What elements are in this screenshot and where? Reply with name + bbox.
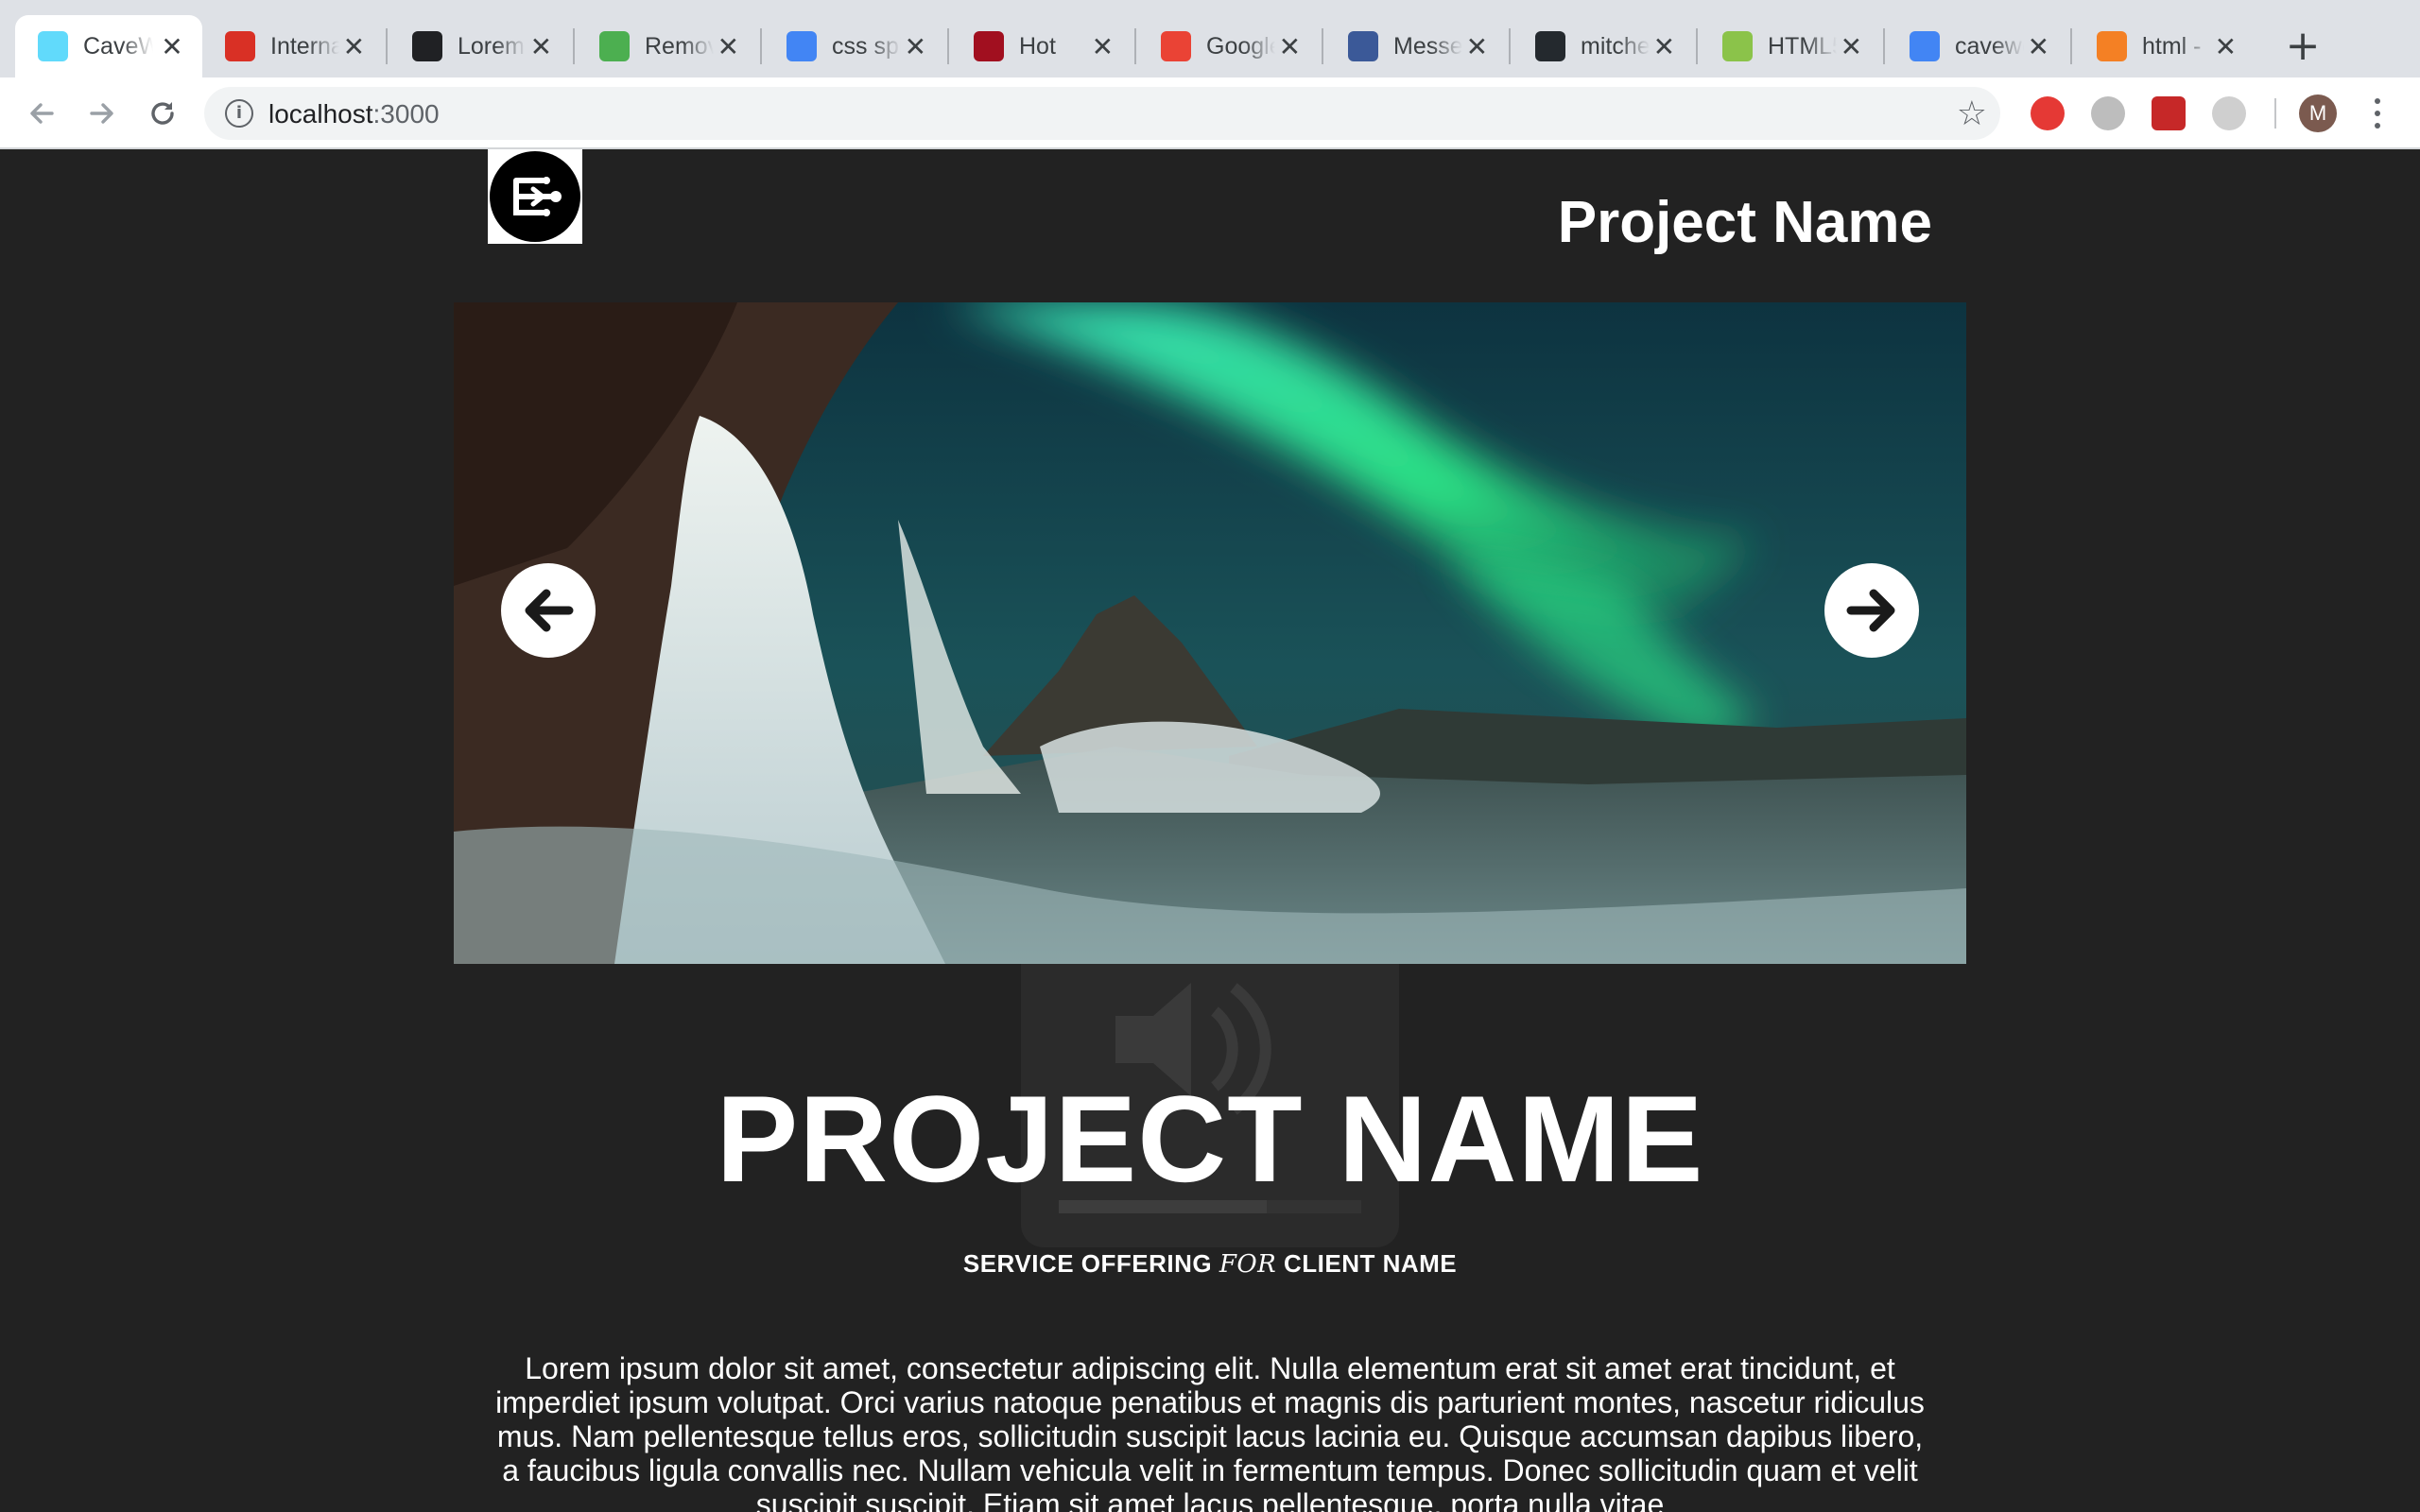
arrow-right-icon [1846, 589, 1895, 632]
lorem-l-icon [412, 31, 442, 61]
tab-separator [1509, 28, 1511, 64]
tab-separator [386, 28, 388, 64]
tab-close-icon[interactable]: ✕ [714, 31, 743, 62]
browser-toolbar: i localhost:3000 ☆ M [0, 77, 2420, 149]
tab-separator [2070, 28, 2072, 64]
browser-tab[interactable]: CaveWorks✕ [15, 15, 202, 77]
tab-title: css spinner [832, 32, 901, 60]
image-carousel [454, 302, 1966, 964]
page-content: Project Name PROJECT NAME SERVICE OFFERI… [0, 149, 2420, 1512]
back-button[interactable] [17, 89, 66, 138]
tab-title: mitchell [1581, 32, 1650, 60]
tab-title: html - [2142, 32, 2202, 60]
tab-separator [573, 28, 575, 64]
forward-button[interactable] [78, 89, 127, 138]
reload-button[interactable] [138, 89, 187, 138]
body-paragraph: Lorem ipsum dolor sit amet, consectetur … [495, 1351, 1925, 1512]
carousel-prev-button[interactable] [501, 563, 596, 658]
browser-tab[interactable]: Messenger✕ [1325, 15, 1507, 77]
carousel-next-button[interactable] [1824, 563, 1919, 658]
tab-title: Google Fonts [1206, 32, 1275, 60]
browser-tab[interactable]: Google Fonts✕ [1138, 15, 1320, 77]
fonts-icon [1161, 31, 1191, 61]
tab-separator [1322, 28, 1323, 64]
extension-badge-icon[interactable] [2152, 96, 2186, 130]
tab-close-icon[interactable]: ✕ [1088, 31, 1117, 62]
html-icon [1722, 31, 1753, 61]
browser-tab[interactable]: HTML5✕ [1700, 15, 1881, 77]
heart-icon [974, 31, 1004, 61]
stackoverflow-icon [2097, 31, 2127, 61]
browser-tab[interactable]: Hot ✕ [951, 15, 1132, 77]
browser-tab-strip: + CaveWorks✕Internal✕Lorem Ipsum✕Remove✕… [0, 0, 2420, 77]
browser-tab[interactable]: css spinner✕ [764, 15, 945, 77]
logo-icon[interactable] [488, 149, 582, 244]
google-icon [1910, 31, 1940, 61]
adblock-icon[interactable] [2031, 96, 2065, 130]
carousel-image [454, 302, 1966, 964]
tab-separator [1134, 28, 1136, 64]
tab-title: caveworks [1955, 32, 2024, 60]
remove-bg-icon [599, 31, 630, 61]
camera-extension-icon[interactable] [2212, 96, 2246, 130]
subtitle-client: CLIENT NAME [1276, 1249, 1458, 1278]
url-text[interactable]: localhost:3000 [268, 99, 440, 129]
profile-avatar[interactable]: M [2299, 94, 2337, 132]
tab-separator [947, 28, 949, 64]
arrow-forward-icon [90, 103, 113, 124]
discord-icon[interactable] [2091, 96, 2125, 130]
react-icon [38, 31, 68, 61]
toolbar-divider [2274, 98, 2276, 129]
facebook-icon [1348, 31, 1378, 61]
tab-separator [760, 28, 762, 64]
browser-tab[interactable]: caveworks✕ [1887, 15, 2068, 77]
browser-tab[interactable]: Remove✕ [577, 15, 758, 77]
hero-subtitle: SERVICE OFFERING FOR CLIENT NAME [0, 1249, 2420, 1279]
arrow-left-icon [525, 589, 574, 632]
tab-close-icon[interactable]: ✕ [339, 31, 369, 62]
tab-close-icon[interactable]: ✕ [1275, 31, 1305, 62]
tab-title: HTML5 [1768, 32, 1837, 60]
tab-close-icon[interactable]: ✕ [2211, 31, 2240, 62]
subtitle-for: FOR [1219, 1250, 1277, 1279]
bookmark-star-icon[interactable]: ☆ [1957, 94, 1987, 133]
tab-title: Internal [270, 32, 339, 60]
tab-close-icon[interactable]: ✕ [1837, 31, 1866, 62]
github-icon [1535, 31, 1565, 61]
tab-separator [1883, 28, 1885, 64]
tab-title: CaveWorks [83, 32, 153, 60]
reload-icon [151, 102, 174, 125]
subtitle-service: SERVICE OFFERING [962, 1249, 1219, 1278]
tab-close-icon[interactable]: ✕ [1650, 31, 1679, 62]
url-host: localhost [268, 99, 373, 129]
address-bar[interactable]: i localhost:3000 ☆ [204, 87, 2000, 140]
browser-tab[interactable]: Lorem Ipsum✕ [389, 15, 571, 77]
tab-close-icon[interactable]: ✕ [1462, 31, 1492, 62]
tab-close-icon[interactable]: ✕ [2024, 31, 2053, 62]
browser-tab[interactable]: mitchell✕ [1512, 15, 1694, 77]
site-info-icon[interactable]: i [225, 99, 253, 128]
browser-tab[interactable]: Internal✕ [202, 15, 384, 77]
browser-tab[interactable]: html - ✕ [2074, 15, 2256, 77]
tab-title: Messenger [1393, 32, 1462, 60]
tab-close-icon[interactable]: ✕ [527, 31, 556, 62]
url-port: :3000 [372, 99, 440, 129]
tab-title: Lorem Ipsum [458, 32, 527, 60]
logo-mark [490, 151, 580, 242]
tab-close-icon[interactable]: ✕ [901, 31, 930, 62]
new-tab-button[interactable]: + [2278, 23, 2327, 72]
hero-title: PROJECT NAME [716, 1070, 1704, 1208]
tab-title: Hot [1019, 32, 1056, 60]
arrow-back-icon [30, 103, 54, 124]
tab-separator [1696, 28, 1698, 64]
site-title: Project Name [1557, 190, 1932, 255]
chrome-menu-icon[interactable] [2363, 94, 2392, 132]
google-icon [786, 31, 817, 61]
tab-close-icon[interactable]: ✕ [157, 31, 187, 62]
gmail-icon [225, 31, 255, 61]
tab-title: Remove [645, 32, 714, 60]
